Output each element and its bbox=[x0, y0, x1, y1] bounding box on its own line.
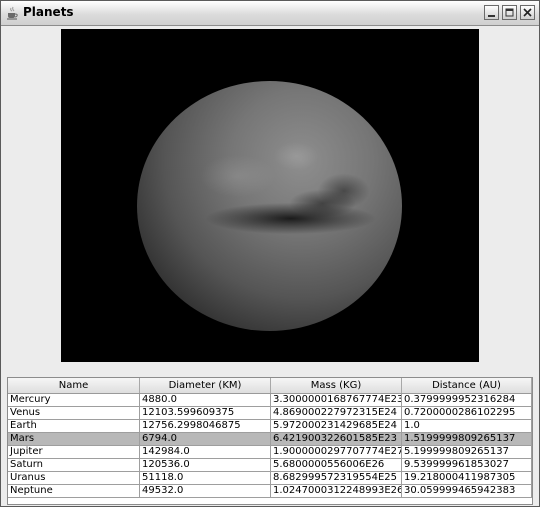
table-row[interactable]: Jupiter 142984.0 1.9000000297707774E27 5.19… bbox=[8, 446, 532, 459]
cell-mass[interactable]: 4.869000227972315E24 bbox=[271, 407, 402, 419]
cell-name[interactable]: Neptune bbox=[8, 485, 140, 497]
maximize-button[interactable] bbox=[502, 5, 517, 20]
planet-image bbox=[137, 81, 402, 331]
cell-name[interactable]: Uranus bbox=[8, 472, 140, 484]
planet-image-panel bbox=[61, 29, 479, 362]
column-header-name[interactable]: Name bbox=[8, 378, 140, 393]
cell-name[interactable]: Jupiter bbox=[8, 446, 140, 458]
planets-window: Planets Name Diameter (KM) Mass (KG) Dis… bbox=[0, 0, 540, 507]
title-bar[interactable]: Planets bbox=[1, 1, 539, 26]
cell-diameter[interactable]: 49532.0 bbox=[140, 485, 271, 497]
planets-table[interactable]: Name Diameter (KM) Mass (KG) Distance (A… bbox=[7, 377, 533, 505]
cell-distance[interactable]: 19.218000411987305 bbox=[402, 472, 532, 484]
cell-diameter[interactable]: 4880.0 bbox=[140, 394, 271, 406]
close-icon bbox=[523, 8, 532, 17]
cell-mass[interactable]: 6.421900322601585E23 bbox=[271, 433, 402, 445]
cell-name[interactable]: Mars bbox=[8, 433, 140, 445]
cell-mass[interactable]: 1.0247000312248993E26 bbox=[271, 485, 402, 497]
column-header-diameter[interactable]: Diameter (KM) bbox=[140, 378, 271, 393]
cell-mass[interactable]: 1.9000000297707774E27 bbox=[271, 446, 402, 458]
table-row[interactable]: Venus 12103.599609375 4.869000227972315E24… bbox=[8, 407, 532, 420]
cell-distance[interactable]: 9.539999961853027 bbox=[402, 459, 532, 471]
column-header-distance[interactable]: Distance (AU) bbox=[402, 378, 532, 393]
cell-mass[interactable]: 3.3000000168767774E23 bbox=[271, 394, 402, 406]
cell-name[interactable]: Saturn bbox=[8, 459, 140, 471]
window-title: Planets bbox=[23, 5, 74, 19]
table-row[interactable]: Mercury 4880.0 3.3000000168767774E23 0.3799… bbox=[8, 394, 532, 407]
cell-mass[interactable]: 5.972000231429685E24 bbox=[271, 420, 402, 432]
cell-name[interactable]: Mercury bbox=[8, 394, 140, 406]
column-header-mass[interactable]: Mass (KG) bbox=[271, 378, 402, 393]
java-cup-icon[interactable] bbox=[5, 5, 19, 20]
cell-name[interactable]: Earth bbox=[8, 420, 140, 432]
minimize-icon bbox=[488, 15, 495, 17]
cell-diameter[interactable]: 120536.0 bbox=[140, 459, 271, 471]
cell-name[interactable]: Venus bbox=[8, 407, 140, 419]
cell-distance[interactable]: 1.5199999809265137 bbox=[402, 433, 532, 445]
cell-distance[interactable]: 0.7200000286102295 bbox=[402, 407, 532, 419]
cell-distance[interactable]: 30.059999465942383 bbox=[402, 485, 532, 497]
minimize-button[interactable] bbox=[484, 5, 499, 20]
table-row[interactable]: Neptune 49532.0 1.0247000312248993E26 30.05… bbox=[8, 485, 532, 498]
close-button[interactable] bbox=[520, 5, 535, 20]
cell-distance[interactable]: 0.3799999952316284 bbox=[402, 394, 532, 406]
table-row[interactable]: Earth 12756.2998046875 5.972000231429685E2… bbox=[8, 420, 532, 433]
cell-distance[interactable]: 1.0 bbox=[402, 420, 532, 432]
cell-diameter[interactable]: 12756.2998046875 bbox=[140, 420, 271, 432]
cell-diameter[interactable]: 12103.599609375 bbox=[140, 407, 271, 419]
cell-mass[interactable]: 5.6800000556006E26 bbox=[271, 459, 402, 471]
table-row[interactable]: Uranus 51118.0 8.682999572319554E25 19.2180… bbox=[8, 472, 532, 485]
cell-mass[interactable]: 8.682999572319554E25 bbox=[271, 472, 402, 484]
table-header: Name Diameter (KM) Mass (KG) Distance (A… bbox=[8, 378, 532, 394]
table-row[interactable]: Mars 6794.0 6.421900322601585E23 1.51999998… bbox=[8, 433, 532, 446]
cell-distance[interactable]: 5.199999809265137 bbox=[402, 446, 532, 458]
cell-diameter[interactable]: 51118.0 bbox=[140, 472, 271, 484]
cell-diameter[interactable]: 6794.0 bbox=[140, 433, 271, 445]
table-row[interactable]: Saturn 120536.0 5.6800000556006E26 9.539999… bbox=[8, 459, 532, 472]
maximize-icon bbox=[505, 8, 514, 17]
cell-diameter[interactable]: 142984.0 bbox=[140, 446, 271, 458]
